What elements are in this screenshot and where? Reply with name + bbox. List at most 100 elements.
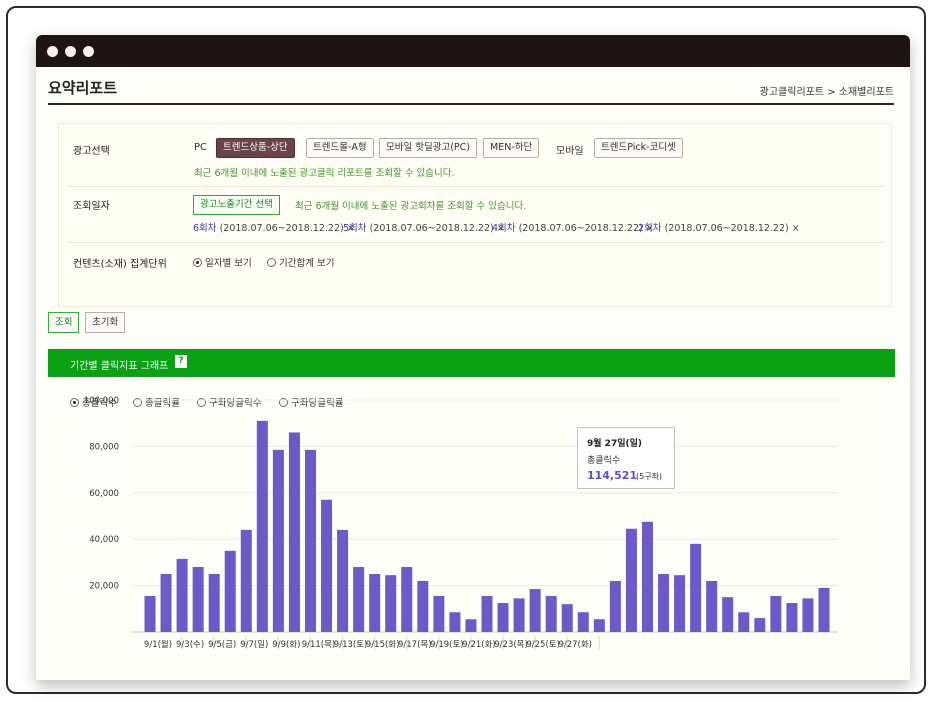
window-dot-icon [47, 46, 58, 57]
chart-bar[interactable] [770, 596, 782, 632]
chart-bar[interactable] [337, 529, 349, 632]
y-tick-label: 40,000 [89, 535, 119, 545]
radio-unchecked-icon [267, 258, 276, 267]
reset-button[interactable]: 초기화 [85, 312, 126, 333]
ad-button-trendpick-codiset[interactable]: 트렌드Pick-코디셋 [594, 138, 683, 158]
y-tick-label: 20,000 [89, 582, 119, 592]
chart-bar[interactable] [304, 449, 316, 632]
window-titlebar [36, 35, 910, 67]
chart-bar[interactable] [738, 612, 750, 632]
period-select-button[interactable]: 광고노출기간 선택 [193, 195, 280, 215]
chart-bar[interactable] [465, 619, 477, 632]
radio-daily-view[interactable]: 일자별 보기 [193, 255, 252, 269]
tooltip-date: 9월 27일(일) [587, 439, 642, 449]
x-tick-label: 9/3(수) [176, 640, 204, 650]
chart-bar[interactable] [561, 604, 573, 632]
page-title: 요약리포트 [48, 79, 118, 97]
x-tick-label: 9/7(일) [240, 640, 268, 650]
x-tick-label: 9/21(화) [462, 640, 496, 650]
chart-bar[interactable] [545, 596, 557, 632]
session-number: 6회차 [193, 223, 217, 234]
chart-bar[interactable] [818, 587, 830, 632]
ad-button-men-bottom[interactable]: MEN-하단 [483, 138, 540, 158]
chart-bar[interactable] [609, 580, 621, 632]
x-tick-label: 9/23(목) [494, 640, 528, 650]
chart-bar[interactable] [433, 596, 445, 632]
row-divider [69, 186, 883, 187]
session-number: 2회차 [638, 223, 662, 234]
chart-bar[interactable] [224, 550, 236, 632]
chart-bar[interactable] [369, 574, 381, 632]
session-chip: 5회차 (2018.07.06~2018.12.22) × [343, 220, 505, 234]
x-tick-label: 9/1(월) [144, 639, 172, 650]
screenshot-frame: 요약리포트 광고클릭리포트 > 소재별리포트 광고선택 PC 트렌드상품-상단 … [6, 6, 926, 694]
chart-bar[interactable] [625, 528, 637, 632]
chart-bar[interactable] [754, 618, 766, 632]
chart-bar[interactable] [208, 574, 220, 632]
chart-bar[interactable] [513, 598, 525, 632]
chart-bar[interactable] [497, 603, 509, 632]
x-tick-label: 9/13(토) [334, 640, 368, 650]
click-metrics-bar-chart: 100,000 80,000 60,000 40,000 20,000 9/1(월) 9/3… [84, 396, 838, 650]
session-chip: 4회차 (2018.07.06~2018.12.22) × [492, 220, 654, 234]
filter-panel: 광고선택 PC 트렌드상품-상단 트렌드몰-A형 모바일 핫딜광고(PC) ME… [58, 123, 892, 307]
search-button[interactable]: 조회 [48, 312, 80, 333]
x-tick-label: 9/17(목) [398, 640, 432, 650]
chart-bar[interactable] [577, 612, 589, 632]
x-tick-label: 9/5(금) [208, 640, 236, 650]
chart-bar[interactable] [176, 558, 188, 632]
session-chip: 6회차 (2018.07.06~2018.12.22) × [193, 220, 355, 234]
chart-bar[interactable] [160, 574, 172, 632]
chart-bar[interactable] [593, 619, 605, 632]
chart-bar[interactable] [192, 567, 204, 632]
chart-bar[interactable] [449, 612, 461, 632]
y-tick-label: 60,000 [89, 489, 119, 499]
chart-bar[interactable] [641, 521, 653, 632]
chart-bar[interactable] [144, 596, 156, 632]
chart-bar[interactable] [321, 499, 333, 632]
chart-tooltip: 9월 27일(일) 총클릭수 114,521 (5구좌) [577, 427, 675, 489]
row-divider [69, 242, 883, 243]
chart-bar[interactable] [288, 432, 300, 632]
chart-bar[interactable] [786, 603, 798, 632]
chart-bar[interactable] [674, 575, 686, 632]
chart-bar[interactable] [272, 449, 284, 632]
tooltip-value: 114,521 [587, 469, 638, 482]
remove-icon[interactable]: × [792, 223, 800, 234]
y-tick-label: 100,000 [84, 396, 119, 406]
ad-button-trendmall-a[interactable]: 트렌드몰-A형 [306, 138, 374, 158]
chart-bar[interactable] [401, 567, 413, 632]
unit-label: 컨텐츠(소재) 집계단위 [73, 259, 167, 270]
ad-button-trend-top[interactable]: 트렌드상품-상단 [216, 138, 295, 158]
chart-bar[interactable] [658, 574, 670, 632]
chart-bar[interactable] [240, 529, 252, 632]
period-notice: 최근 6개월 이내에 노출된 광고회차를 조회할 수 있습니다. [295, 201, 527, 212]
mobile-label: 모바일 [556, 146, 584, 157]
x-tick-label: 9/9(화) [272, 640, 300, 650]
radio-checked-icon [193, 258, 202, 267]
tooltip-slots: (5구좌) [636, 472, 663, 481]
session-chip: 2회차 (2018.07.06~2018.12.22) × [638, 220, 800, 234]
ad-select-label: 광고선택 [73, 146, 110, 157]
chart-bar[interactable] [481, 596, 493, 632]
date-label: 조회일자 [73, 201, 110, 212]
title-divider [48, 103, 894, 105]
ad-button-mobile-hotdeal-pc[interactable]: 모바일 핫딜광고(PC) [379, 138, 477, 158]
window-dot-icon [83, 46, 94, 57]
chart-bar[interactable] [722, 597, 734, 632]
x-tick-label: 9/15(화) [366, 640, 400, 650]
chart-bar[interactable] [706, 580, 718, 632]
chart-bar[interactable] [690, 543, 702, 632]
radio-label: 기간합계 보기 [279, 258, 335, 269]
session-range: (2018.07.06~2018.12.22) [664, 223, 789, 234]
x-tick-label: 9/27(화) [558, 640, 592, 650]
chart-bar[interactable] [353, 567, 365, 632]
breadcrumb[interactable]: 광고클릭리포트 > 소재별리포트 [760, 83, 894, 98]
chart-bar[interactable] [385, 575, 397, 632]
chart-bar[interactable] [256, 420, 268, 632]
chart-bar[interactable] [529, 589, 541, 632]
radio-period-total-view[interactable]: 기간합계 보기 [267, 255, 334, 269]
chart-bar[interactable] [802, 598, 814, 632]
ad-notice: 최근 6개월 이내에 노출된 광고클릭 리포트를 조회할 수 있습니다. [194, 168, 455, 179]
chart-bar[interactable] [417, 580, 429, 632]
